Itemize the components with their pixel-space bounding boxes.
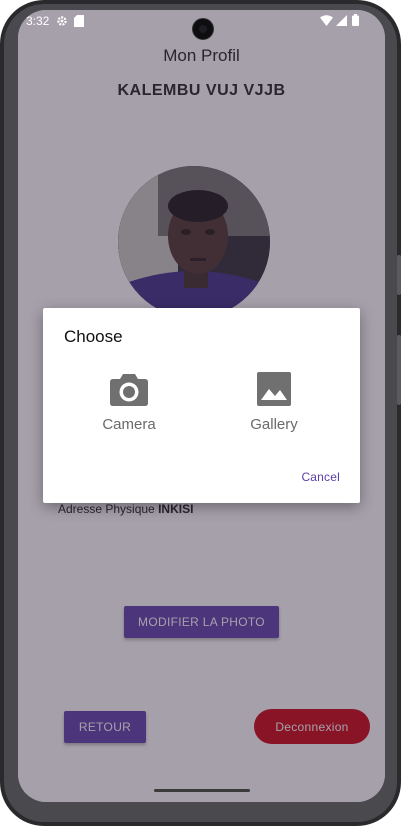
camera-icon bbox=[110, 374, 148, 406]
choose-dialog: Choose Camera Gallery Cancel bbox=[43, 308, 360, 503]
gear-icon bbox=[57, 16, 67, 26]
volume-button bbox=[397, 335, 401, 405]
gesture-nav-bar[interactable] bbox=[154, 789, 250, 792]
cancel-button[interactable]: Cancel bbox=[301, 470, 340, 484]
camera-option-label: Camera bbox=[102, 416, 156, 433]
image-icon bbox=[257, 372, 291, 406]
dialog-title: Choose bbox=[64, 327, 123, 346]
device-frame: Mon Profil KALEMBU VUJ VJJB Adresse Phys… bbox=[0, 0, 401, 826]
power-button bbox=[397, 255, 401, 295]
screen: Mon Profil KALEMBU VUJ VJJB Adresse Phys… bbox=[18, 10, 385, 802]
sd-card-icon bbox=[74, 15, 84, 27]
signal-icon bbox=[336, 15, 347, 26]
wifi-icon bbox=[320, 15, 333, 26]
gallery-option-label: Gallery bbox=[250, 416, 298, 433]
gallery-option[interactable]: Gallery bbox=[224, 372, 324, 433]
battery-icon bbox=[352, 14, 359, 26]
status-time: 3:32 bbox=[26, 14, 50, 28]
front-camera bbox=[192, 18, 214, 40]
camera-option[interactable]: Camera bbox=[79, 372, 179, 433]
